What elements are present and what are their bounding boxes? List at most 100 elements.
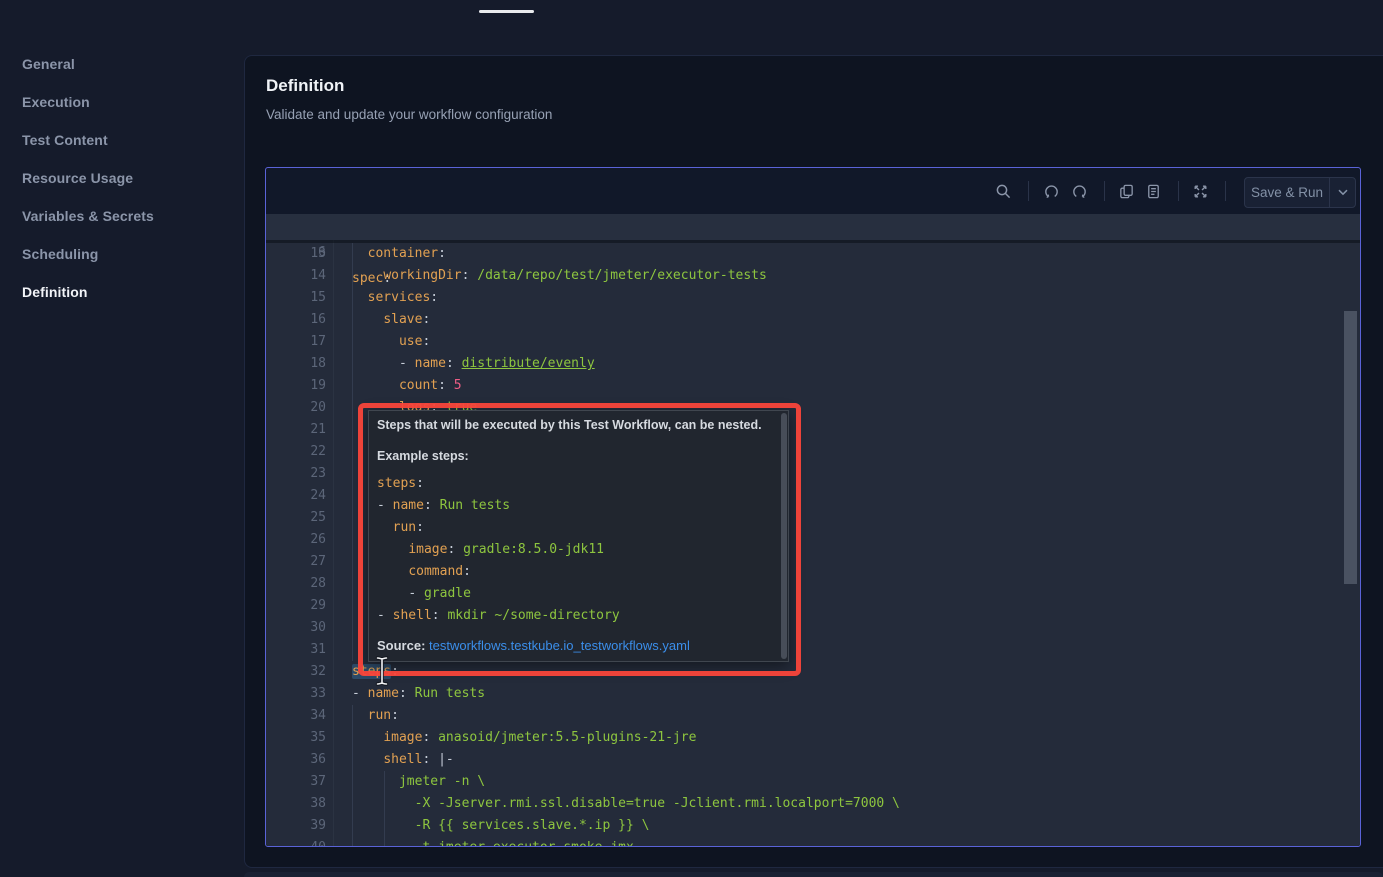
code-token: : — [446, 356, 454, 371]
undo-icon[interactable] — [1038, 178, 1064, 204]
code-token — [352, 774, 399, 789]
sticky-scroll-line[interactable]: 6 spec: — [266, 214, 1360, 240]
code-token: image — [383, 730, 422, 745]
code-text: container: — [352, 243, 446, 265]
code-text: services: — [352, 287, 438, 309]
line-number: 22 — [266, 441, 326, 463]
line-number: 24 — [266, 485, 326, 507]
code-token: - — [399, 356, 415, 371]
code-token: run — [368, 708, 391, 723]
code-token: steps — [377, 476, 416, 491]
code-token — [352, 840, 415, 847]
code-text: count: 5 — [352, 375, 462, 397]
line-number: 29 — [266, 595, 326, 617]
sidebar-item-scheduling[interactable]: Scheduling — [0, 235, 244, 273]
tooltip-example-label: Example steps: — [377, 449, 469, 463]
sidebar-item-execution[interactable]: Execution — [0, 83, 244, 121]
code-line[interactable]: 14 workingDir: /data/repo/test/jmeter/ex… — [266, 265, 1360, 287]
code-token: 5 — [454, 378, 462, 393]
code-token — [352, 268, 383, 283]
document-icon[interactable] — [1140, 178, 1166, 204]
line-number: 26 — [266, 529, 326, 551]
line-number: 39 — [266, 815, 326, 837]
code-token: gradle — [424, 586, 471, 601]
code-token — [430, 730, 438, 745]
editor-vertical-scrollbar[interactable] — [1344, 311, 1357, 584]
code-line[interactable]: 38 -X -Jserver.rmi.ssl.disable=true -Jcl… — [266, 793, 1360, 815]
sidebar-item-variables-secrets[interactable]: Variables & Secrets — [0, 197, 244, 235]
code-token: : — [438, 378, 446, 393]
tooltip-code-line: - gradle — [377, 583, 620, 605]
code-token: run — [393, 520, 416, 535]
save-and-run-label: Save & Run — [1245, 178, 1329, 207]
code-line[interactable]: 36 shell: |- — [266, 749, 1360, 771]
code-token: : — [391, 664, 399, 679]
code-token — [446, 378, 454, 393]
code-token: /data/repo/test/jmeter/executor-tests — [477, 268, 767, 283]
code-line[interactable]: 18 - name: distribute/evenly — [266, 353, 1360, 375]
tooltip-code-block: steps:- name: Run tests run: image: grad… — [377, 473, 620, 627]
code-line[interactable]: 33- name: Run tests — [266, 683, 1360, 705]
code-token: : — [438, 246, 446, 261]
line-number: 20 — [266, 397, 326, 419]
code-token — [377, 564, 408, 579]
sidebar-item-test-content[interactable]: Test Content — [0, 121, 244, 159]
source-link[interactable]: testworkflows.testkube.io_testworkflows.… — [429, 638, 690, 653]
sidebar-item-general[interactable]: General — [0, 45, 244, 83]
line-number: 40 — [266, 837, 326, 847]
code-token: - — [377, 498, 393, 513]
code-line[interactable]: 35 image: anasoid/jmeter:5.5-plugins-21-… — [266, 727, 1360, 749]
code-token: name — [368, 686, 399, 701]
code-line[interactable]: 40 -t jmeter-executor-smoke.jmx — [266, 837, 1360, 847]
code-link[interactable]: distribute/evenly — [462, 356, 595, 371]
chevron-down-icon[interactable] — [1330, 178, 1355, 207]
code-token: slave — [383, 312, 422, 327]
code-token: : — [416, 520, 424, 535]
code-line[interactable]: 17 use: — [266, 331, 1360, 353]
redo-icon[interactable] — [1066, 178, 1092, 204]
code-token: name — [393, 498, 424, 513]
save-and-run-button[interactable]: Save & Run — [1244, 177, 1356, 208]
code-line[interactable]: 37 jmeter -n \ — [266, 771, 1360, 793]
code-token: : — [424, 498, 432, 513]
code-token: shell — [383, 752, 422, 767]
sidebar-item-definition[interactable]: Definition — [0, 273, 244, 311]
code-line[interactable]: 39 -R {{ services.slave.*.ip }} \ — [266, 815, 1360, 837]
code-line[interactable]: 15 services: — [266, 287, 1360, 309]
code-token: mkdir ~/some-directory — [447, 608, 619, 623]
code-line[interactable]: 13 container: — [266, 243, 1360, 265]
code-token: -t jmeter-executor-smoke.jmx — [415, 840, 634, 847]
code-token: jmeter -n \ — [399, 774, 485, 789]
copy-icon[interactable] — [1113, 178, 1139, 204]
code-line[interactable]: 32steps: — [266, 661, 1360, 683]
settings-sidebar: GeneralExecutionTest ContentResource Usa… — [0, 45, 244, 311]
code-text: -R {{ services.slave.*.ip }} \ — [352, 815, 649, 837]
sidebar-item-resource-usage[interactable]: Resource Usage — [0, 159, 244, 197]
code-text: - name: distribute/evenly — [352, 353, 595, 375]
tooltip-source-line: Source: testworkflows.testkube.io_testwo… — [377, 638, 690, 653]
code-token: -X -Jserver.rmi.ssl.disable=true -Jclien… — [415, 796, 900, 811]
line-number: 31 — [266, 639, 326, 661]
code-token: steps — [352, 664, 391, 679]
search-icon[interactable] — [990, 178, 1016, 204]
code-token: : — [416, 476, 424, 491]
code-line[interactable]: 16 slave: — [266, 309, 1360, 331]
line-number: 28 — [266, 573, 326, 595]
tooltip-scrollbar[interactable] — [781, 413, 787, 659]
code-line[interactable]: 19 count: 5 — [266, 375, 1360, 397]
code-token: - — [352, 686, 368, 701]
code-text: use: — [352, 331, 430, 353]
code-text: jmeter -n \ — [352, 771, 485, 793]
code-line[interactable]: 34 run: — [266, 705, 1360, 727]
line-number: 14 — [266, 265, 326, 287]
code-token: image — [408, 542, 447, 557]
code-token — [352, 356, 399, 371]
expand-icon[interactable] — [1187, 178, 1213, 204]
code-token: shell — [393, 608, 432, 623]
line-number: 33 — [266, 683, 326, 705]
code-token — [407, 686, 415, 701]
code-token: : — [422, 334, 430, 349]
line-number: 21 — [266, 419, 326, 441]
code-token — [432, 498, 440, 513]
line-number: 36 — [266, 749, 326, 771]
